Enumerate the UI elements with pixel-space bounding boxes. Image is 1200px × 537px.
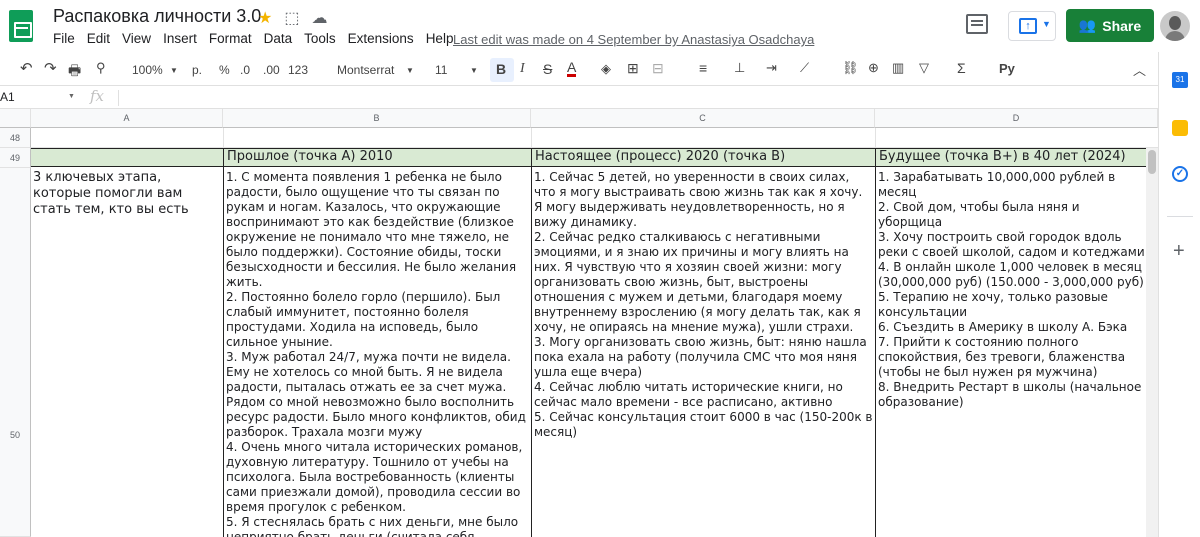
bold-button[interactable]: B [496, 61, 506, 77]
past-text: 1. С момента появления 1 ребенка не было… [226, 170, 526, 537]
stage-description: 3 ключевых этапа, которые помогли вам ст… [33, 170, 189, 217]
text-rotation-icon[interactable]: ⟋ [800, 60, 809, 76]
row-header-48[interactable]: 48 [0, 128, 31, 148]
functions-button[interactable]: Σ [957, 60, 966, 76]
toolbar: ↶ ↷ 🖶 ⚲ 100% ▼ р. % .0 .00 123 Montserra… [0, 56, 1158, 86]
currency-format-button[interactable]: р. [192, 63, 202, 77]
column-header-d[interactable]: D [875, 109, 1158, 128]
decrease-decimal-button[interactable]: .0 [240, 63, 250, 77]
cell-b50[interactable]: 1. С момента появления 1 ребенка не было… [226, 170, 530, 537]
top-bar: Распаковка личности 3.0 ★ ⬚ ☁ File Edit … [0, 0, 1200, 52]
valign-bottom-icon[interactable]: ⊥ [734, 60, 745, 76]
menu-tools[interactable]: Tools [298, 31, 342, 46]
star-icon[interactable]: ★ [258, 8, 272, 28]
menu-file[interactable]: File [53, 31, 81, 46]
menu-edit[interactable]: Edit [81, 31, 116, 46]
print-icon[interactable]: 🖶 [68, 60, 81, 84]
menu-format[interactable]: Format [203, 31, 258, 46]
calendar-icon[interactable]: 31 [1172, 72, 1188, 88]
text-color-button[interactable]: A [567, 60, 577, 77]
zoom-select[interactable]: 100% [132, 63, 163, 77]
redo-icon[interactable]: ↷ [44, 59, 57, 77]
spreadsheet-grid: A B C D 48 49 Прошлое (точка А) 2010 Нас… [0, 109, 1158, 537]
fx-icon: fx [90, 87, 105, 105]
menu-data[interactable]: Data [258, 31, 299, 46]
menu-view[interactable]: View [116, 31, 157, 46]
cell-border [875, 148, 876, 537]
header-cell-future[interactable]: Будущее (точка В+) в 40 лет (2024) [876, 148, 1146, 167]
merge-cells-icon[interactable]: ⊟ [652, 60, 664, 77]
side-panel: 31 ✓ + [1158, 52, 1200, 537]
avatar[interactable] [1160, 11, 1190, 41]
cell-a50[interactable]: 3 ключевых этапа, которые помогли вам ст… [33, 170, 221, 536]
formula-input[interactable] [120, 87, 1150, 109]
chevron-down-icon: ▼ [1042, 19, 1051, 29]
borders-icon[interactable]: ⊞ [627, 60, 639, 77]
fill-color-icon[interactable]: ◈ [601, 61, 611, 77]
italic-button[interactable]: I [520, 61, 525, 77]
row-header-50[interactable]: 50 [0, 168, 31, 537]
font-size-select[interactable]: 11 [435, 63, 447, 77]
document-title[interactable]: Распаковка личности 3.0 [53, 6, 261, 27]
keep-icon[interactable] [1172, 120, 1188, 136]
share-button[interactable]: 👥 Share [1066, 9, 1154, 42]
add-addon-icon[interactable]: + [1173, 240, 1185, 263]
menu-insert[interactable]: Insert [157, 31, 203, 46]
align-left-icon[interactable]: ≡ [699, 60, 707, 76]
cloud-status-icon[interactable]: ☁ [311, 8, 327, 28]
header-cell-present[interactable]: Настоящее (процесс) 2020 (точка В) [532, 148, 875, 167]
cell-border [223, 148, 224, 537]
paint-format-icon[interactable]: ⚲ [96, 60, 106, 76]
divider [1167, 216, 1193, 217]
cell-border [531, 148, 532, 537]
link-icon[interactable]: ⛓ [842, 60, 859, 76]
sheets-logo-icon[interactable] [9, 10, 33, 42]
vertical-scrollbar[interactable] [1146, 148, 1158, 537]
tasks-icon[interactable]: ✓ [1172, 166, 1188, 182]
input-tools-button[interactable]: Pу [999, 61, 1015, 76]
increase-decimal-button[interactable]: .00 [263, 63, 280, 77]
scrollbar-thumb[interactable] [1148, 150, 1156, 174]
present-button[interactable]: ↑ ▼ [1008, 11, 1056, 41]
cell-c50[interactable]: 1. Сейчас 5 детей, но уверенности в свои… [534, 170, 874, 537]
chart-icon[interactable]: ▥ [892, 60, 904, 76]
more-formats-button[interactable]: 123 [288, 63, 308, 77]
row-header-49[interactable]: 49 [0, 148, 31, 168]
chevron-down-icon: ▼ [470, 66, 478, 75]
future-text: 1. Зарабатывать 10,000,000 рублей в меся… [878, 170, 1145, 409]
menu-extensions[interactable]: Extensions [342, 31, 420, 46]
select-all-corner[interactable] [0, 109, 31, 128]
present-text: 1. Сейчас 5 детей, но уверенности в свои… [534, 170, 873, 439]
share-label: Share [1102, 17, 1142, 34]
font-select[interactable]: Montserrat [337, 63, 394, 77]
title-icons: ★ ⬚ ☁ [258, 8, 327, 28]
last-edit-link[interactable]: Last edit was made on 4 September by Ana… [453, 32, 814, 47]
column-header-c[interactable]: C [531, 109, 875, 128]
comment-history-icon[interactable] [966, 14, 988, 34]
percent-format-button[interactable]: % [219, 63, 230, 77]
menu-bar: File Edit View Insert Format Data Tools … [53, 31, 459, 46]
column-header-a[interactable]: A [31, 109, 223, 128]
strikethrough-button[interactable]: S [543, 61, 552, 77]
present-icon: ↑ [1019, 18, 1037, 34]
text-wrap-icon[interactable]: ⇥ [766, 60, 777, 76]
undo-icon[interactable]: ↶ [20, 59, 33, 77]
comment-icon[interactable]: ⊕ [868, 60, 879, 76]
column-header-b[interactable]: B [223, 109, 531, 128]
collapse-toolbar-icon[interactable]: ︿ [1133, 60, 1146, 79]
chevron-down-icon: ▼ [406, 66, 414, 75]
cell-d50[interactable]: 1. Зарабатывать 10,000,000 рублей в меся… [878, 170, 1146, 537]
header-cell-past[interactable]: Прошлое (точка А) 2010 [224, 148, 531, 167]
move-folder-icon[interactable]: ⬚ [284, 8, 299, 28]
chevron-down-icon: ▼ [68, 93, 75, 100]
filter-icon[interactable]: ▽ [919, 60, 929, 76]
chevron-down-icon: ▼ [170, 66, 178, 75]
header-cell-a49[interactable] [31, 148, 223, 167]
formula-bar: A1 ▼ fx [0, 87, 1158, 109]
people-icon: 👥 [1078, 17, 1097, 33]
